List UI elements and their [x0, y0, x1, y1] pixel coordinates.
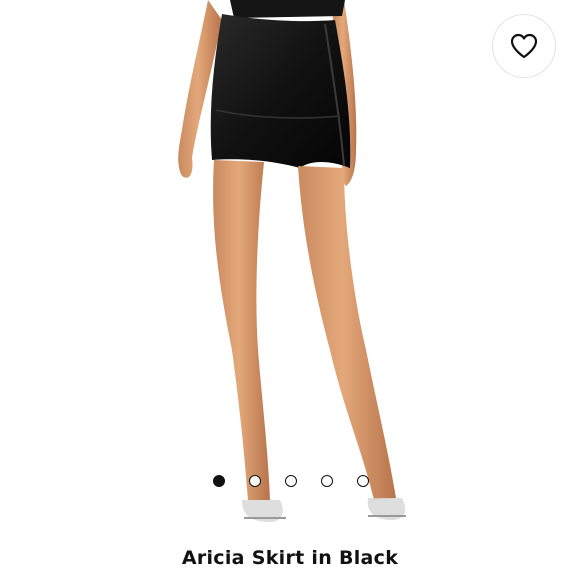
carousel-dot-1[interactable] [213, 475, 225, 487]
product-photo-illustration [178, 0, 406, 522]
carousel-dot-2[interactable] [249, 475, 261, 487]
favorite-button[interactable] [492, 14, 556, 78]
product-page: Aricia Skirt in Black [0, 0, 580, 580]
product-image[interactable] [130, 0, 450, 530]
heart-icon [510, 33, 538, 59]
image-carousel-dots [210, 472, 380, 490]
product-title: Aricia Skirt in Black [181, 547, 399, 569]
carousel-dot-5[interactable] [357, 475, 369, 487]
carousel-dot-3[interactable] [285, 475, 297, 487]
carousel-dot-4[interactable] [321, 475, 333, 487]
